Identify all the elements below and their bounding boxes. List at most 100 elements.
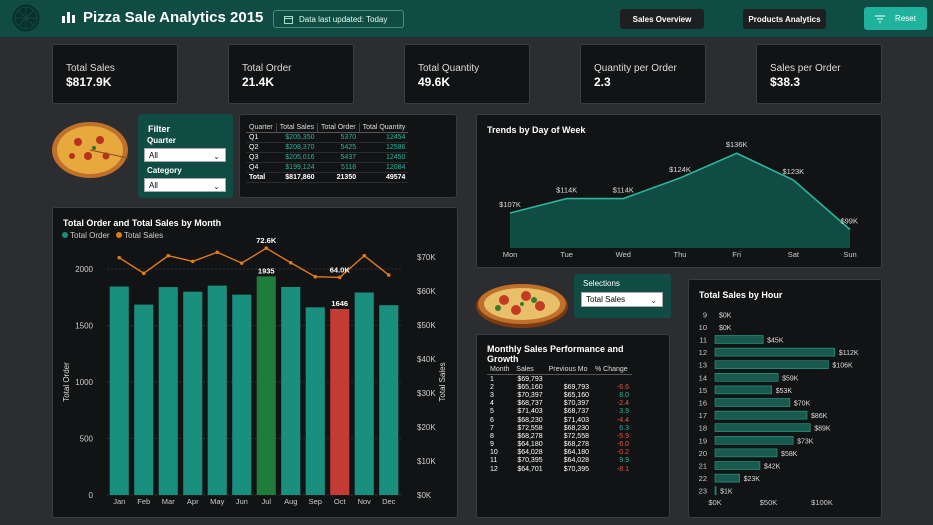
data-label-order: 1646 bbox=[331, 299, 348, 308]
x-tick-label: Jul bbox=[261, 497, 271, 506]
y2-tick-label: $50K bbox=[417, 321, 436, 330]
table-cell: 6.3 bbox=[619, 424, 629, 432]
point-total-sales bbox=[239, 261, 244, 265]
x-tick-label: Sep bbox=[309, 497, 322, 506]
legend-marker bbox=[116, 232, 122, 238]
bar-hour-sales bbox=[714, 335, 764, 344]
bar-total-order bbox=[232, 294, 252, 495]
table-row: 6 $68,230 $71,403 -4.4 bbox=[487, 416, 632, 424]
x-tick-label: Fri bbox=[732, 250, 741, 259]
category-dropdown[interactable]: All ⌄ bbox=[144, 178, 226, 192]
table-cell: $68,278 bbox=[563, 441, 589, 449]
table-cell: 8.0 bbox=[619, 391, 629, 399]
kpi-card-quantity-per-order: Quantity per Order 2.3 bbox=[580, 44, 706, 104]
pizza-image bbox=[476, 284, 568, 328]
table-header: Month bbox=[487, 365, 514, 375]
data-label: $123K bbox=[782, 167, 804, 176]
y-tick-label: 1000 bbox=[75, 378, 93, 387]
data-label-sales: 64.0K bbox=[330, 265, 351, 274]
x-tick-label: Feb bbox=[137, 497, 150, 506]
category-value: All bbox=[149, 180, 158, 190]
table-header: Total Quantity bbox=[358, 123, 409, 133]
point-total-sales bbox=[362, 253, 367, 258]
table-cell: $72,558 bbox=[517, 424, 543, 432]
kpi-value: $817.9K bbox=[66, 75, 112, 89]
kpi-value: 2.3 bbox=[594, 75, 611, 89]
table-cell: 49574 bbox=[359, 172, 409, 183]
table-cell: 5118 bbox=[317, 162, 360, 173]
reset-button[interactable]: Reset bbox=[864, 7, 927, 30]
table-cell: $70,397 bbox=[563, 400, 589, 408]
y-tick-label: 11 bbox=[699, 336, 707, 345]
table-row: Q1 $205,350 5370 12454 bbox=[246, 132, 409, 143]
sales-by-hour-card: Total Sales by Hour 9 $0K 10 $0K 11 $45K 12 $11… bbox=[688, 279, 882, 518]
x-tick-label: $50K bbox=[760, 498, 778, 507]
data-label: $107K bbox=[499, 200, 521, 209]
y-tick-label: 0 bbox=[89, 491, 94, 500]
table-cell: $64,028 bbox=[517, 449, 543, 457]
sales-by-hour-chart: 9 $0K 10 $0K 11 $45K 12 $112K 13 $106K 14 $59K 15 $53… bbox=[699, 310, 859, 507]
kpi-value: 49.6K bbox=[418, 75, 451, 89]
y-tick-label: 500 bbox=[80, 435, 94, 444]
data-label: $136K bbox=[726, 140, 748, 149]
bar-hour-sales bbox=[714, 360, 829, 369]
bar-hour-sales bbox=[714, 423, 811, 432]
table-cell: -4.4 bbox=[616, 416, 629, 424]
bar-total-order bbox=[379, 305, 399, 495]
table-cell: 4 bbox=[490, 400, 494, 408]
table-cell: 5437 bbox=[317, 152, 360, 163]
table-cell: 9.9 bbox=[619, 457, 629, 465]
table-cell: 12454 bbox=[359, 132, 409, 143]
monthly-performance-table: Month Sales Previous Mo% Change 1 $69,793 2 $… bbox=[487, 365, 632, 473]
table-row: 4 $68,737 $70,397 -2.4 bbox=[487, 400, 632, 408]
bar-hour-sales bbox=[714, 461, 761, 470]
table-cell: 1 bbox=[490, 375, 494, 383]
y-tick-label: 1500 bbox=[75, 322, 93, 331]
table-cell: 5 bbox=[490, 408, 494, 416]
y-tick-label: 17 bbox=[699, 411, 707, 420]
data-label: $99K bbox=[840, 216, 858, 225]
kpi-card-total-sales: Total Sales $817.9K bbox=[52, 44, 178, 104]
table-cell: -0.2 bbox=[616, 449, 629, 457]
x-tick-label: Aug bbox=[284, 497, 297, 506]
table-cell: 6 bbox=[490, 416, 494, 424]
table-cell: $68,737 bbox=[517, 400, 543, 408]
x-tick-label: May bbox=[210, 497, 224, 506]
table-cell: $70,395 bbox=[517, 457, 543, 465]
table-header: Sales bbox=[513, 365, 546, 375]
data-label: $89K bbox=[814, 426, 831, 433]
y-tick-label: 15 bbox=[699, 386, 707, 395]
kpi-value: $38.3 bbox=[770, 75, 801, 89]
selections-panel: Selections Total Sales ⌄ bbox=[574, 274, 671, 318]
y-tick-label: 12 bbox=[699, 348, 707, 357]
x-tick-label: Tue bbox=[560, 250, 573, 259]
point-total-sales bbox=[264, 246, 269, 250]
table-cell: 11 bbox=[490, 457, 498, 465]
order-sales-by-month-chart: Total Order Total Sales 0 500 1000 1500 2000 $0… bbox=[62, 231, 447, 506]
last-updated-text: Data last updated: Today bbox=[299, 14, 388, 24]
x-tick-label: Sat bbox=[788, 250, 800, 259]
table-cell: $68,230 bbox=[517, 416, 543, 424]
quarter-table-card: Quarter Total Sales Total Order Total Quant… bbox=[239, 114, 457, 198]
x-tick-label: Nov bbox=[358, 497, 372, 506]
table-row: 12 $64,701 $70,395 -8.1 bbox=[487, 465, 632, 473]
data-label: $53K bbox=[776, 388, 793, 395]
data-label: $86K bbox=[811, 413, 828, 420]
table-header: Total Sales bbox=[275, 123, 318, 133]
quarter-dropdown[interactable]: All ⌄ bbox=[144, 148, 226, 162]
table-cell: $64,701 bbox=[517, 465, 543, 473]
table-cell: 3.9 bbox=[619, 408, 629, 416]
monthly-performance-card: Monthly Sales Performance and Growth Mon… bbox=[476, 334, 670, 518]
selections-dropdown[interactable]: Total Sales ⌄ bbox=[581, 292, 663, 307]
bar-total-order bbox=[354, 292, 374, 495]
data-label: $114K bbox=[556, 186, 577, 195]
table-row: 7 $72,558 $68,230 6.3 bbox=[487, 424, 632, 432]
products-analytics-button[interactable]: Products Analytics bbox=[743, 9, 826, 29]
chevron-down-icon: ⌄ bbox=[650, 296, 657, 305]
y2-tick-label: $70K bbox=[417, 253, 436, 262]
table-header: Quarter bbox=[246, 123, 277, 133]
y-tick-label: 20 bbox=[699, 449, 707, 458]
filter-panel: Filter Quarter All ⌄ Category All ⌄ bbox=[138, 114, 233, 198]
reset-label: Reset bbox=[895, 14, 916, 23]
sales-overview-button[interactable]: Sales Overview bbox=[620, 9, 704, 29]
